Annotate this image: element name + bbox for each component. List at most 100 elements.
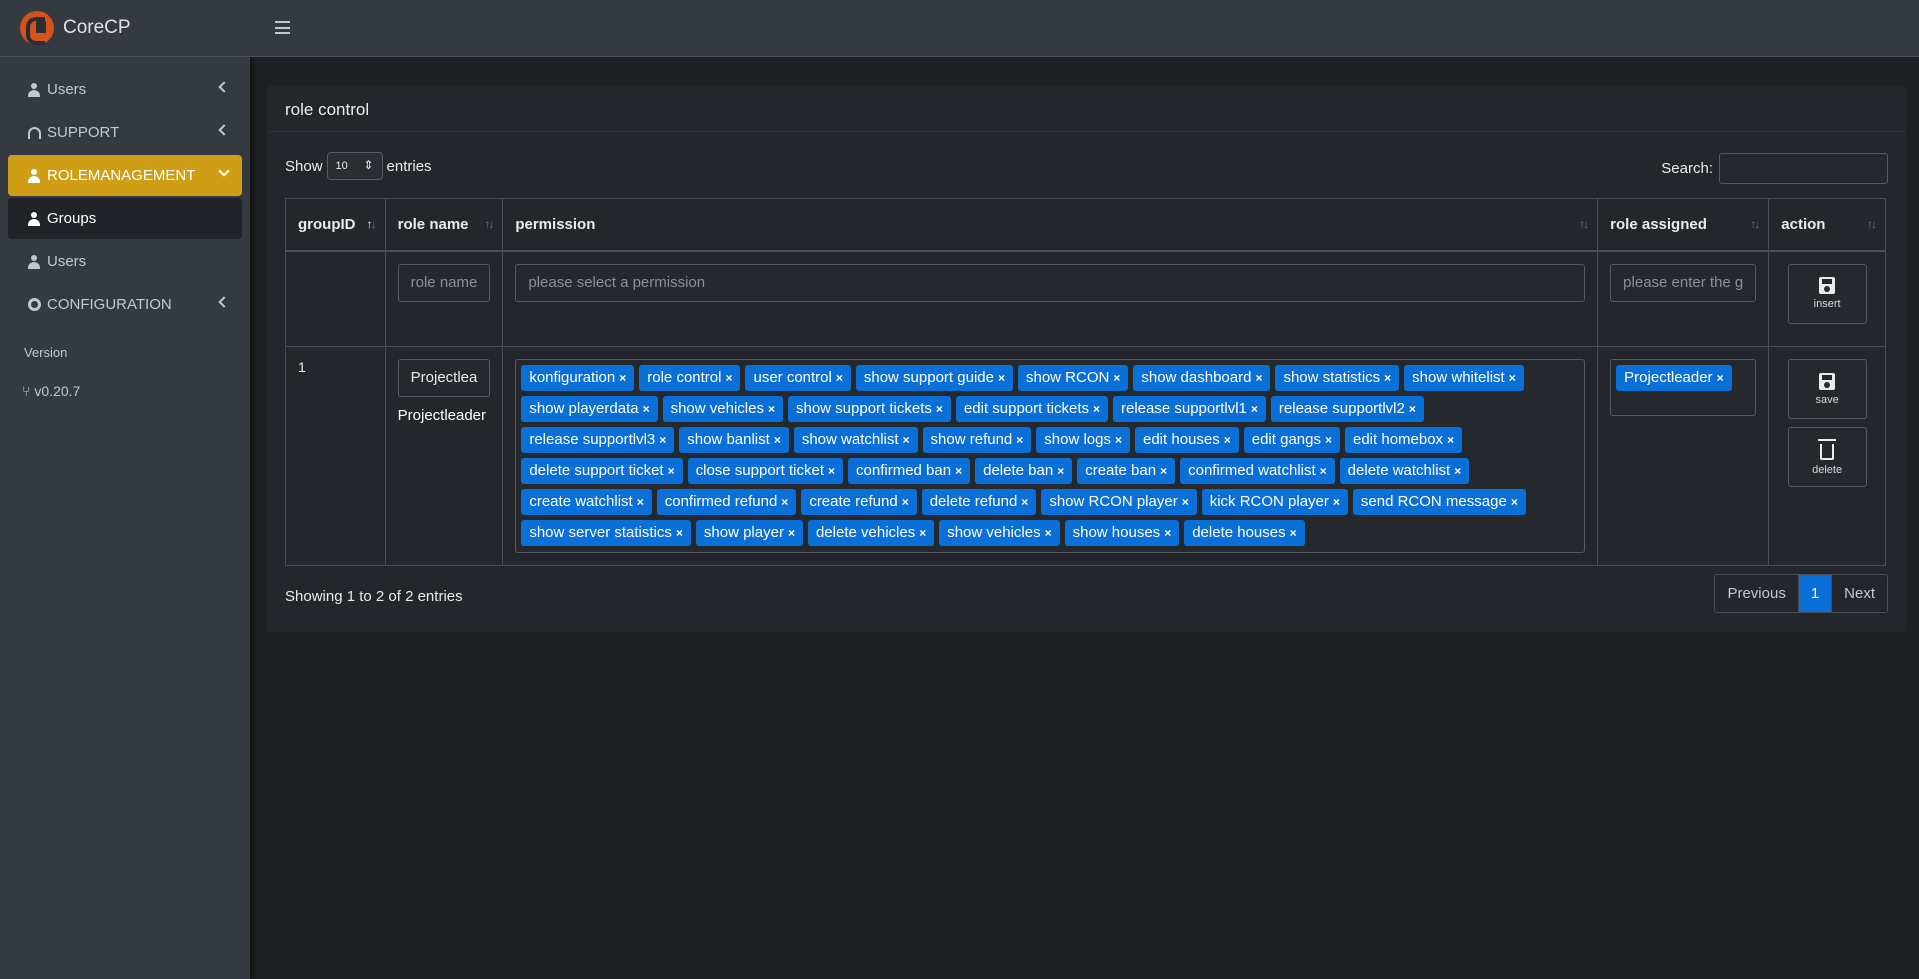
remove-tag-icon[interactable]: × <box>676 526 683 540</box>
permission-tag[interactable]: release supportlvl1 × <box>1113 396 1266 422</box>
insert-button[interactable]: insert <box>1787 263 1867 324</box>
page-length-select[interactable]: 10 <box>326 152 383 180</box>
permission-tag[interactable]: delete ban × <box>975 458 1073 484</box>
remove-tag-icon[interactable]: × <box>1511 495 1518 509</box>
permission-tag[interactable]: show support guide × <box>855 365 1013 391</box>
permission-tag[interactable]: edit homebox × <box>1345 427 1463 453</box>
remove-tag-icon[interactable]: × <box>936 402 943 416</box>
col-header-role-name[interactable]: role name ↑↓ <box>384 198 504 252</box>
remove-tag-icon[interactable]: × <box>836 371 843 385</box>
search-input[interactable] <box>1719 153 1888 184</box>
remove-tag-icon[interactable]: × <box>1057 464 1064 478</box>
remove-tag-icon[interactable]: × <box>1016 433 1023 447</box>
permission-tag[interactable]: konfiguration × <box>521 365 635 391</box>
previous-button[interactable]: Previous <box>1715 575 1799 612</box>
permission-tag[interactable]: confirmed ban × <box>848 458 971 484</box>
sidebar-item-users[interactable]: Users <box>8 69 242 110</box>
col-header-groupid[interactable]: groupID ↑↓ <box>285 198 386 252</box>
page-button[interactable]: 1 <box>1798 575 1833 612</box>
col-header-permission[interactable]: permission ↑↓ <box>502 198 1599 252</box>
role-assigned-tags[interactable]: Projectleader × <box>1610 359 1757 416</box>
save-button[interactable]: save <box>1787 359 1867 419</box>
remove-tag-icon[interactable]: × <box>1255 371 1262 385</box>
remove-tag-icon[interactable]: × <box>1182 495 1189 509</box>
permission-tag[interactable]: delete watchlist × <box>1339 458 1470 484</box>
delete-button[interactable]: delete <box>1787 427 1867 487</box>
remove-tag-icon[interactable]: × <box>955 464 962 478</box>
sidebar-item-configuration[interactable]: CONFIGURATION <box>8 284 242 325</box>
sidebar-item-rolemanagement[interactable]: ROLEMANAGEMENT <box>8 155 242 196</box>
permission-tag[interactable]: confirmed watchlist × <box>1180 458 1335 484</box>
permission-tag[interactable]: delete support ticket × <box>521 458 683 484</box>
remove-tag-icon[interactable]: × <box>903 433 910 447</box>
permission-tag[interactable]: show logs × <box>1036 427 1130 453</box>
permission-tag[interactable]: role control × <box>639 365 741 391</box>
remove-tag-icon[interactable]: × <box>1113 371 1120 385</box>
sidebar-item-groups[interactable]: Groups <box>8 198 242 239</box>
permission-tag[interactable]: create watchlist × <box>521 489 652 515</box>
remove-tag-icon[interactable]: × <box>1160 464 1167 478</box>
permission-tag[interactable]: close support ticket × <box>687 458 844 484</box>
role-name-input[interactable]: Projectlea <box>397 359 491 397</box>
permission-tag[interactable]: show dashboard × <box>1133 365 1271 391</box>
remove-tag-icon[interactable]: × <box>1509 371 1516 385</box>
permission-tag[interactable]: release supportlvl3 × <box>521 427 675 453</box>
remove-tag-icon[interactable]: × <box>1115 433 1122 447</box>
remove-tag-icon[interactable]: × <box>1164 526 1171 540</box>
permission-select[interactable]: please select a permission <box>515 263 1586 302</box>
remove-tag-icon[interactable]: × <box>768 402 775 416</box>
permission-tag[interactable]: kick RCON player × <box>1201 489 1348 515</box>
permission-tag[interactable]: delete refund × <box>921 489 1037 515</box>
permission-tag[interactable]: show RCON × <box>1017 365 1129 391</box>
permission-tag[interactable]: show whitelist × <box>1404 365 1524 391</box>
col-header-action[interactable]: action ↑↓ <box>1768 198 1886 252</box>
role-assigned-input[interactable]: please enter the g <box>1610 263 1757 302</box>
remove-tag-icon[interactable]: × <box>1320 464 1327 478</box>
remove-tag-icon[interactable]: × <box>1251 402 1258 416</box>
remove-tag-icon[interactable]: × <box>619 371 626 385</box>
permission-tag[interactable]: release supportlvl2 × <box>1270 396 1424 422</box>
remove-tag-icon[interactable]: × <box>725 371 732 385</box>
permission-tag[interactable]: show player × <box>695 520 803 546</box>
remove-tag-icon[interactable]: × <box>659 433 666 447</box>
remove-tag-icon[interactable]: × <box>1021 495 1028 509</box>
permission-tag[interactable]: confirmed refund × <box>656 489 797 515</box>
remove-tag-icon[interactable]: × <box>1045 526 1052 540</box>
permission-tag[interactable]: create ban × <box>1077 458 1176 484</box>
sidebar-item-role-users[interactable]: Users <box>8 241 242 282</box>
permission-tag[interactable]: show houses × <box>1064 520 1180 546</box>
permission-tag[interactable]: show statistics × <box>1275 365 1400 391</box>
role-name-input[interactable]: role name <box>397 263 491 302</box>
sidebar-item-support[interactable]: SUPPORT <box>8 112 242 153</box>
remove-tag-icon[interactable]: × <box>828 464 835 478</box>
remove-tag-icon[interactable]: × <box>919 526 926 540</box>
remove-tag-icon[interactable]: × <box>781 495 788 509</box>
remove-tag-icon[interactable]: × <box>1093 402 1100 416</box>
remove-tag-icon[interactable]: × <box>1333 495 1340 509</box>
permission-tag[interactable]: show RCON player × <box>1041 489 1197 515</box>
role-assigned-tag[interactable]: Projectleader × <box>1616 365 1732 391</box>
permission-tag[interactable]: delete houses × <box>1184 520 1305 546</box>
permission-tag[interactable]: show watchlist × <box>793 427 918 453</box>
permission-tag[interactable]: user control × <box>745 365 851 391</box>
remove-tag-icon[interactable]: × <box>637 495 644 509</box>
remove-tag-icon[interactable]: × <box>1384 371 1391 385</box>
remove-tag-icon[interactable]: × <box>643 402 650 416</box>
permission-tag[interactable]: show server statistics × <box>521 520 691 546</box>
remove-tag-icon[interactable]: × <box>1290 526 1297 540</box>
remove-tag-icon[interactable]: × <box>1325 433 1332 447</box>
permission-tag[interactable]: edit support tickets × <box>955 396 1108 422</box>
remove-tag-icon[interactable]: × <box>1454 464 1461 478</box>
remove-tag-icon[interactable]: × <box>1409 402 1416 416</box>
remove-tag-icon[interactable]: × <box>998 371 1005 385</box>
brand[interactable]: CoreCP <box>0 0 250 57</box>
menu-toggle-icon[interactable] <box>275 21 290 34</box>
next-button[interactable]: Next <box>1832 575 1887 612</box>
permission-tag[interactable]: edit gangs × <box>1243 427 1340 453</box>
remove-tag-icon[interactable]: × <box>788 526 795 540</box>
remove-tag-icon[interactable]: × <box>668 464 675 478</box>
permission-tag[interactable]: edit houses × <box>1135 427 1239 453</box>
permission-tag[interactable]: show support tickets × <box>788 396 951 422</box>
permission-tag[interactable]: show refund × <box>922 427 1032 453</box>
col-header-role-assigned[interactable]: role assigned ↑↓ <box>1597 198 1770 252</box>
